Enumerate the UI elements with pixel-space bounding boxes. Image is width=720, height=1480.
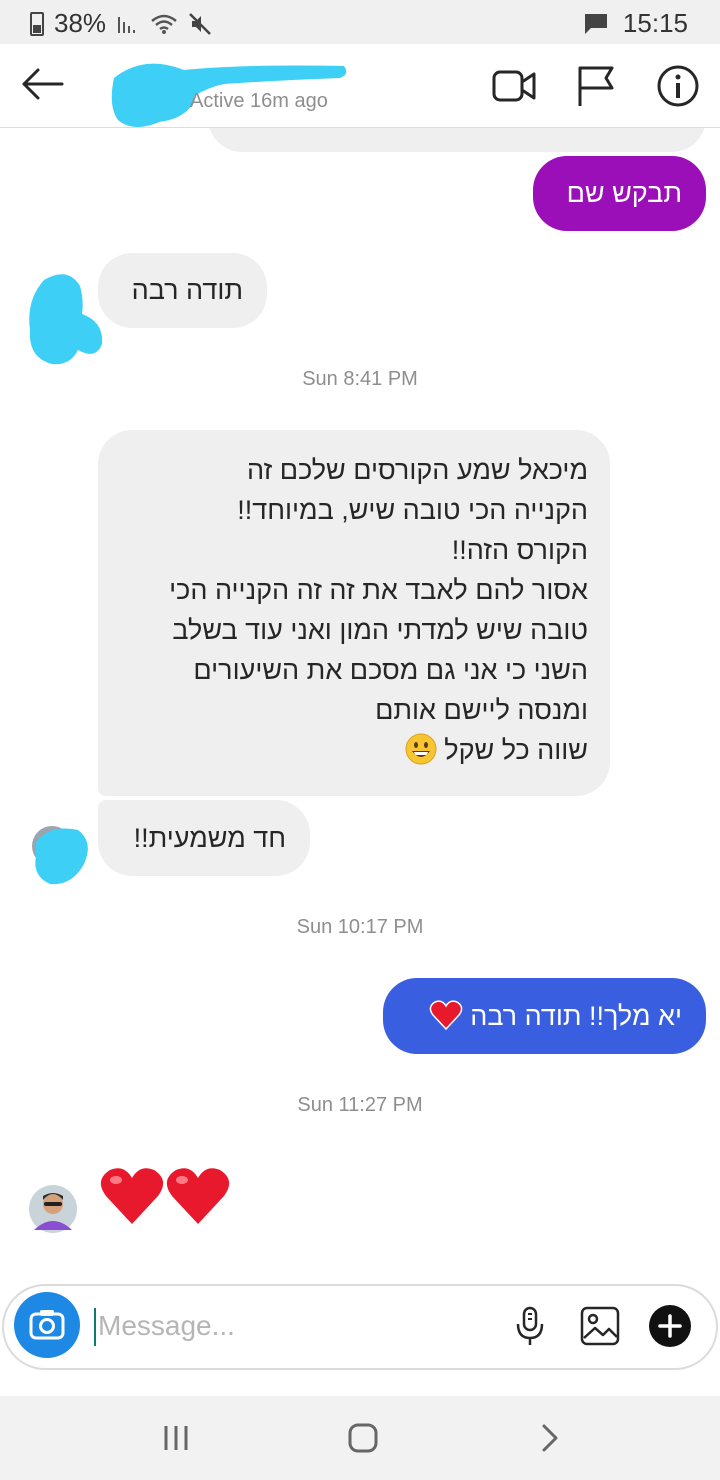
sent-message-bubble[interactable]: תבקש שם xyxy=(533,156,706,231)
mute-icon xyxy=(189,12,211,35)
status-bar: 38% 15:15 xyxy=(0,0,720,44)
add-icon[interactable] xyxy=(648,1304,692,1348)
info-icon[interactable] xyxy=(654,62,702,110)
redacted-avatar-scribble xyxy=(29,274,103,365)
message-line: אסור להם לאבד את זה זה הקנייה הכי xyxy=(169,575,588,605)
battery-level: 38% xyxy=(54,8,107,38)
camera-button[interactable] xyxy=(14,1292,80,1358)
heart-reaction-message[interactable] xyxy=(98,1164,238,1230)
active-status: Active 16m ago xyxy=(190,90,328,112)
message-text: יא מלך!! תודה רבה xyxy=(470,1001,682,1031)
recent-apps-icon[interactable] xyxy=(156,1420,196,1456)
grinning-face-icon xyxy=(405,733,437,765)
microphone-icon[interactable] xyxy=(508,1304,552,1348)
timestamp: Sun 11:27 PM xyxy=(297,1094,423,1116)
message-line: שווה כל שקל xyxy=(120,730,588,770)
camera-icon xyxy=(29,1310,65,1340)
message-line-text: שווה כל שקל xyxy=(444,735,588,765)
gallery-icon[interactable] xyxy=(578,1304,622,1348)
message-text: תבקש שם xyxy=(566,178,682,208)
message-composer xyxy=(2,1284,718,1370)
message-icon xyxy=(584,13,607,34)
message-text: חד משמעית!! xyxy=(133,823,286,853)
back-arrow-icon[interactable] xyxy=(18,60,66,108)
message-line: ומנסה ליישם אותם xyxy=(375,695,588,725)
flag-icon[interactable] xyxy=(572,62,620,110)
red-heart-icon xyxy=(166,1168,230,1224)
received-message-bubble[interactable]: תודה רבה xyxy=(98,253,267,328)
battery-icon xyxy=(30,11,44,36)
message-input[interactable] xyxy=(98,1302,478,1350)
red-heart-icon xyxy=(100,1168,164,1224)
clock: 15:15 xyxy=(622,8,688,38)
system-nav-bar xyxy=(0,1396,720,1480)
signal-icon xyxy=(118,16,136,33)
message-text: תודה רבה xyxy=(131,275,243,305)
wifi-icon xyxy=(151,14,177,34)
message-line: טובה שיש למדתי המון ואני עוד בשלב xyxy=(172,615,588,645)
message-line: מיכאל שמע הקורסים שלכם זה xyxy=(246,455,588,485)
home-icon[interactable] xyxy=(343,1420,383,1456)
message-line: הקנייה הכי טובה שיש, במיוחד!! xyxy=(237,495,588,525)
message-line: הקורס הזה!! xyxy=(451,535,588,565)
received-message-bubble[interactable]: מיכאל שמע הקורסים שלכם זה הקנייה הכי טוב… xyxy=(98,430,610,796)
message-line: השני כי אני גם מסכם את השיעורים xyxy=(193,655,588,685)
video-call-icon[interactable] xyxy=(490,62,538,110)
received-message-bubble[interactable]: חד משמעית!! xyxy=(98,800,310,876)
avatar[interactable] xyxy=(28,1184,78,1234)
timestamp: Sun 8:41 PM xyxy=(302,368,418,390)
sent-message-bubble[interactable]: יא מלך!! תודה רבה xyxy=(383,978,706,1054)
redacted-avatar-scribble xyxy=(32,826,88,885)
text-cursor xyxy=(94,1308,96,1346)
chat-header: Active 16m ago xyxy=(0,44,720,128)
red-heart-icon xyxy=(429,1000,462,1031)
timestamp: Sun 10:17 PM xyxy=(296,916,424,938)
back-nav-icon[interactable] xyxy=(530,1420,570,1456)
